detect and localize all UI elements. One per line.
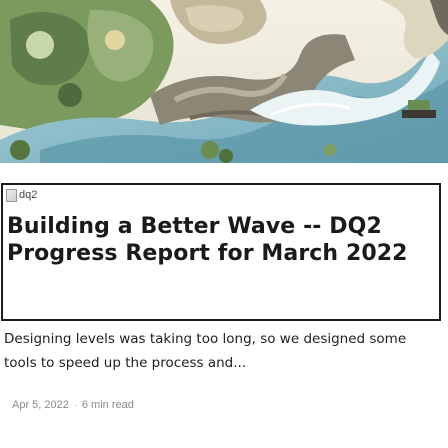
article-card[interactable]: dq2 Building a Better Wave -- DQ2 Progre… — [0, 0, 448, 448]
post-excerpt: Designing levels was taking too long, so… — [4, 331, 407, 371]
read-time: 6 min read — [81, 399, 134, 411]
post-meta: Apr 5, 2022 · 6 min read — [12, 399, 134, 411]
broken-image-icon — [6, 188, 17, 202]
hero-illustration — [0, 0, 448, 163]
hero-image[interactable] — [0, 0, 448, 163]
image-alt-text: dq2 — [19, 189, 38, 201]
post-title[interactable]: Building a Better Wave -- DQ2 Progress R… — [7, 213, 439, 267]
title-block[interactable]: dq2 Building a Better Wave -- DQ2 Progre… — [1, 183, 441, 321]
broken-image: dq2 — [6, 188, 37, 202]
meta-separator: · — [73, 400, 77, 410]
post-date: Apr 5, 2022 — [12, 399, 69, 411]
